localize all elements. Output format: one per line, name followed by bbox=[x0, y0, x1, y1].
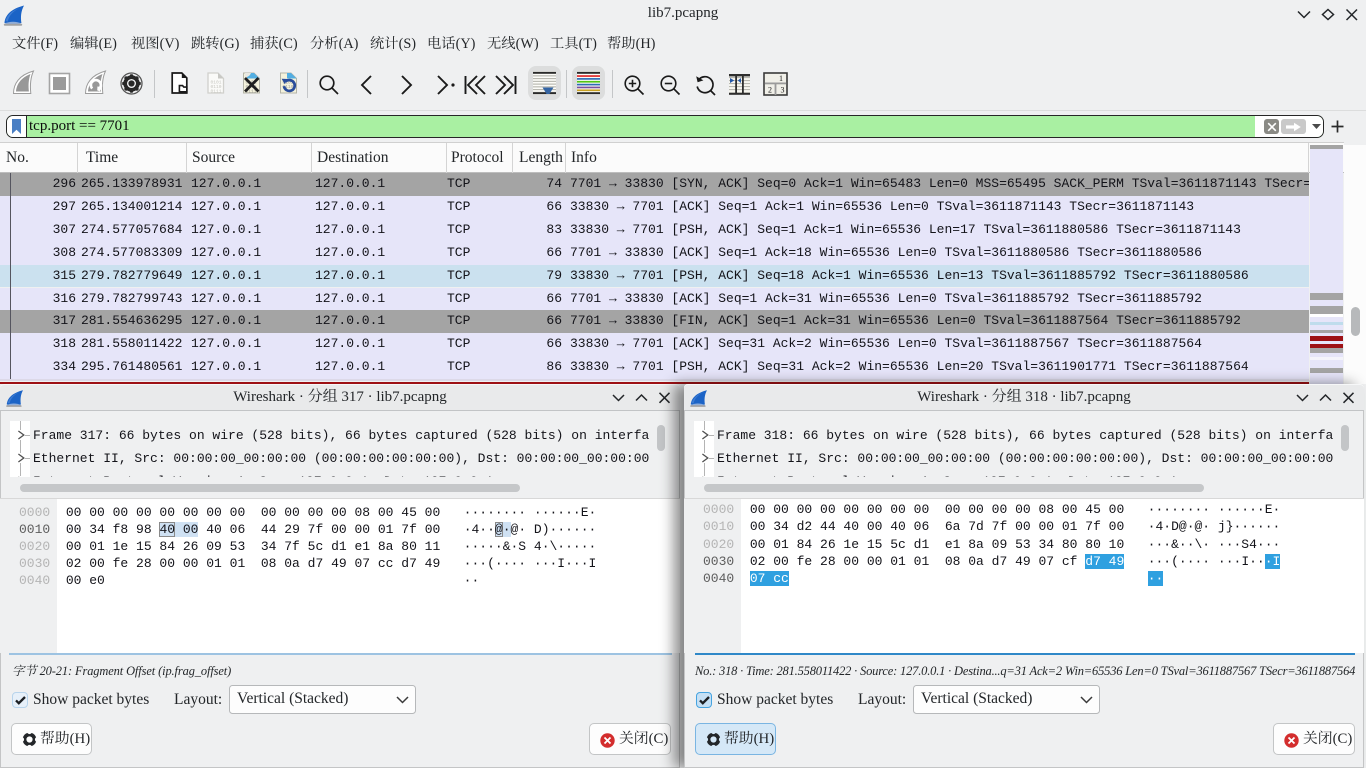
svg-text:3: 3 bbox=[781, 86, 785, 95]
svg-text:0111: 0111 bbox=[211, 88, 222, 94]
svg-text:1: 1 bbox=[779, 74, 783, 83]
svg-text:2: 2 bbox=[768, 86, 772, 95]
